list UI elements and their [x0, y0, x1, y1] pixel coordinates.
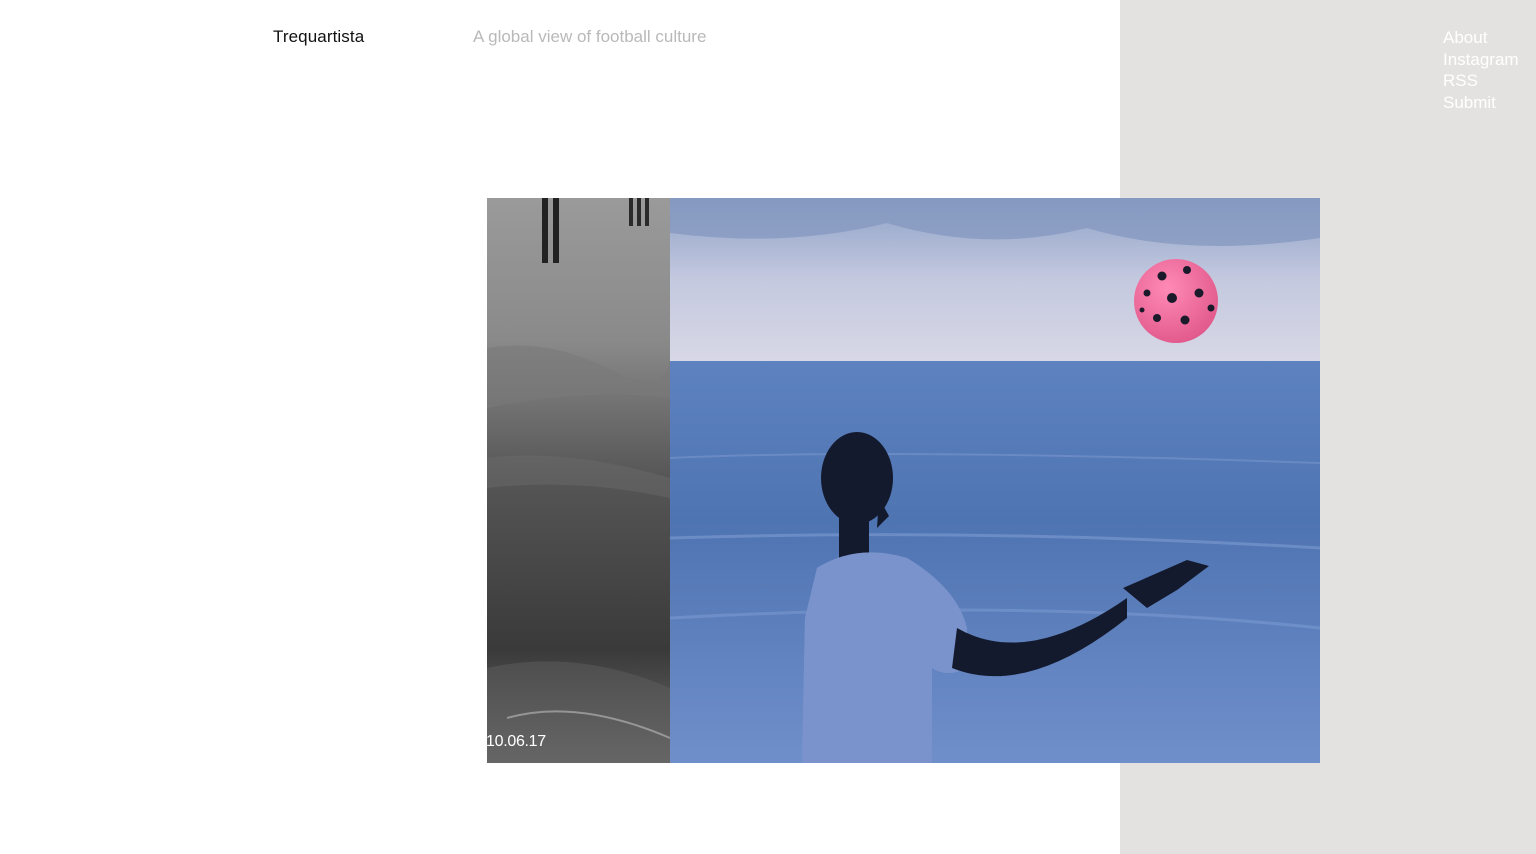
nav-rss-link[interactable]: RSS: [1443, 70, 1519, 92]
main-nav: About Instagram RSS Submit: [1443, 27, 1519, 113]
post-date: 10.06.17: [486, 733, 546, 750]
beach-photo: [487, 198, 671, 763]
nav-instagram-link[interactable]: Instagram: [1443, 49, 1519, 71]
nav-about-link[interactable]: About: [1443, 27, 1519, 49]
pink-ball: [1134, 259, 1218, 343]
featured-post-link[interactable]: [487, 198, 1320, 763]
page: Trequartista A global view of football c…: [0, 0, 1536, 854]
site-title-link[interactable]: Trequartista: [273, 27, 364, 47]
ocean-photo: [669, 198, 1320, 763]
featured-post-image: [487, 198, 1320, 763]
nav-submit-link[interactable]: Submit: [1443, 92, 1519, 114]
site-tagline: A global view of football culture: [473, 27, 707, 46]
